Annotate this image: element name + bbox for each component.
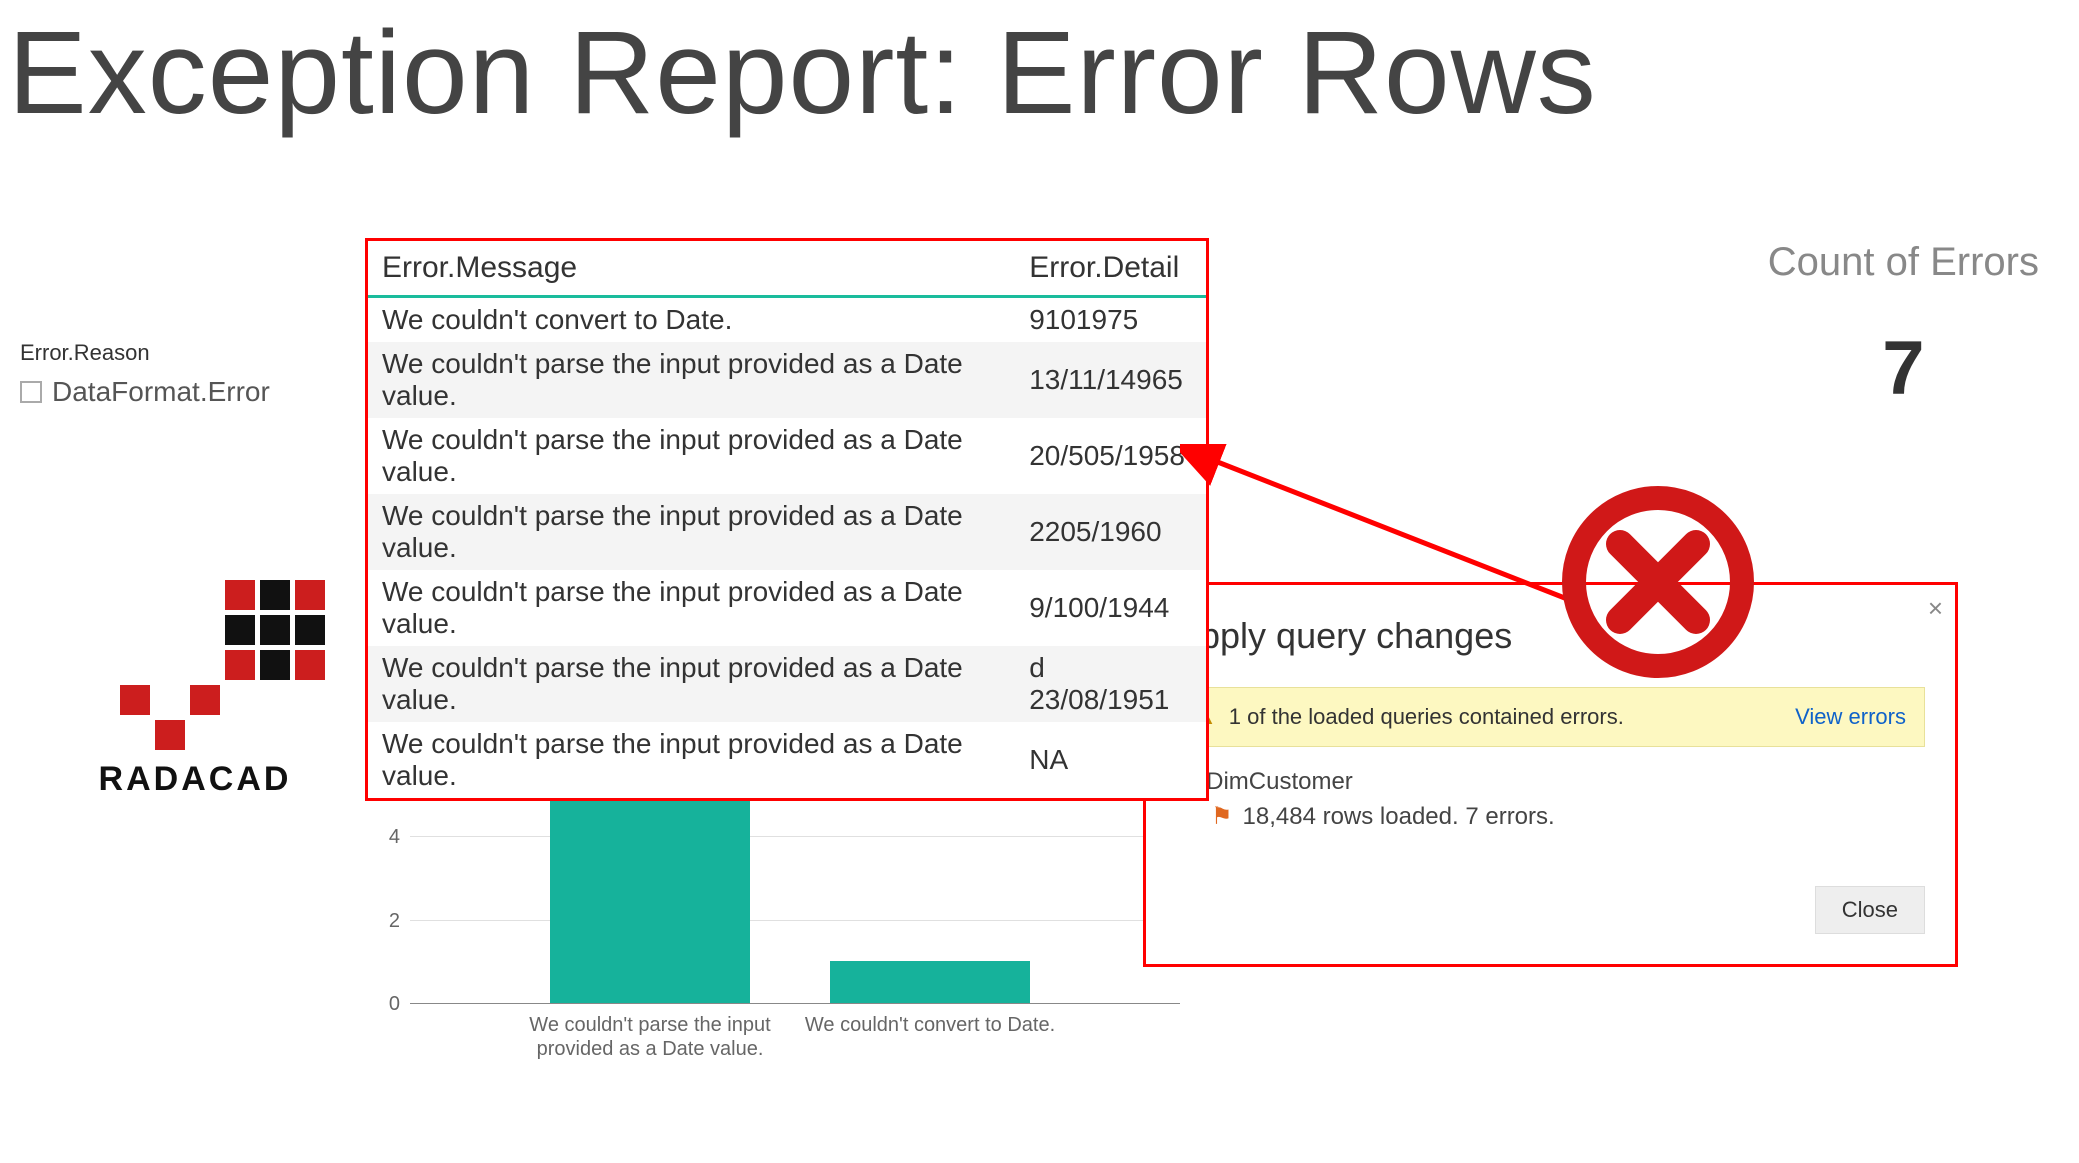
table-row[interactable]: We couldn't parse the input provided as … xyxy=(368,570,1206,646)
error-reason-slicer[interactable]: Error.Reason DataFormat.Error xyxy=(20,340,270,408)
close-button[interactable]: Close xyxy=(1815,886,1925,934)
checkbox-icon[interactable] xyxy=(20,381,42,403)
y-tick: 4 xyxy=(365,826,400,849)
query-status: ⚑ 18,484 rows loaded. 7 errors. xyxy=(1211,802,1925,831)
radacad-logo: RADACAD xyxy=(65,580,325,799)
col-header-detail[interactable]: Error.Detail xyxy=(1015,241,1206,297)
query-item-dimcustomer[interactable]: ✓ DimCustomer xyxy=(1176,767,1925,796)
error-table[interactable]: Error.Message Error.Detail We couldn't c… xyxy=(365,238,1209,801)
y-tick: 0 xyxy=(365,993,400,1016)
report-page: Exception Report: Error Rows Error.Reaso… xyxy=(0,0,2079,1163)
query-status-text: 18,484 rows loaded. 7 errors. xyxy=(1243,803,1555,831)
slicer-item-dataformat-error[interactable]: DataFormat.Error xyxy=(20,376,270,408)
table-row[interactable]: We couldn't parse the input provided as … xyxy=(368,494,1206,570)
warning-text: 1 of the loaded queries contained errors… xyxy=(1229,704,1624,730)
page-title: Exception Report: Error Rows xyxy=(8,5,1597,141)
dialog-title: Apply query changes xyxy=(1176,615,1925,657)
query-name: DimCustomer xyxy=(1206,768,1353,796)
table-row[interactable]: We couldn't parse the input provided as … xyxy=(368,722,1206,798)
table-row[interactable]: We couldn't parse the input provided as … xyxy=(368,646,1206,722)
bar-convert-error[interactable] xyxy=(830,961,1030,1003)
slicer-label: Error.Reason xyxy=(20,340,270,366)
apply-query-changes-dialog: × Apply query changes ▲ 1 of the loaded … xyxy=(1143,582,1958,967)
count-value: 7 xyxy=(1768,325,2039,412)
count-title: Count of Errors xyxy=(1768,240,2039,285)
table-row[interactable]: We couldn't convert to Date.9101975 xyxy=(368,297,1206,343)
bar-label: We couldn't convert to Date. xyxy=(800,1013,1060,1037)
slicer-item-text: DataFormat.Error xyxy=(52,376,270,408)
table-row[interactable]: We couldn't parse the input provided as … xyxy=(368,342,1206,418)
table-row[interactable]: We couldn't parse the input provided as … xyxy=(368,418,1206,494)
close-icon[interactable]: × xyxy=(1928,593,1943,624)
view-errors-link[interactable]: View errors xyxy=(1795,704,1906,730)
bar-label: We couldn't parse the input provided as … xyxy=(520,1013,780,1061)
warning-bar: ▲ 1 of the loaded queries contained erro… xyxy=(1176,687,1925,747)
count-of-errors-card: Count of Errors 7 xyxy=(1768,240,2039,412)
y-tick: 2 xyxy=(365,910,400,933)
logo-text: RADACAD xyxy=(65,760,325,799)
col-header-message[interactable]: Error.Message xyxy=(368,241,1015,297)
flag-icon: ⚑ xyxy=(1211,802,1233,831)
